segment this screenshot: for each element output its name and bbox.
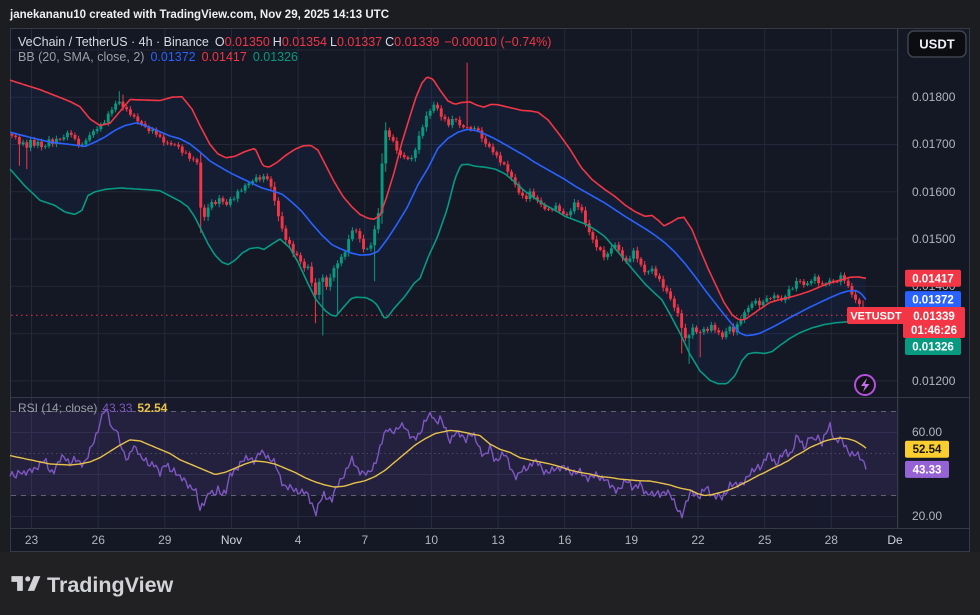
svg-text:7: 7 [361, 533, 368, 547]
svg-text:60.00: 60.00 [912, 425, 942, 439]
svg-text:20.00: 20.00 [912, 509, 942, 523]
svg-text:25: 25 [758, 533, 772, 547]
svg-text:0.01500: 0.01500 [912, 232, 956, 246]
svg-text:22: 22 [691, 533, 705, 547]
svg-text:VeChain / TetherUS · 4h · Bina: VeChain / TetherUS · 4h · BinanceO0.0135… [18, 35, 551, 49]
svg-text:USDT: USDT [919, 37, 954, 52]
svg-text:0.01372: 0.01372 [912, 295, 954, 307]
svg-text:BB (20, SMA, close, 2)0.013720: BB (20, SMA, close, 2)0.013720.014170.01… [18, 50, 298, 64]
svg-text:16: 16 [558, 533, 572, 547]
svg-text:52.54: 52.54 [913, 444, 942, 456]
svg-text:0.01326: 0.01326 [912, 342, 954, 354]
svg-text:0.01339: 0.01339 [913, 311, 955, 323]
svg-text:0.01200: 0.01200 [912, 374, 956, 388]
svg-text:0.01417: 0.01417 [912, 273, 954, 285]
svg-text:Nov: Nov [221, 533, 242, 547]
svg-text:0.01800: 0.01800 [912, 90, 956, 104]
svg-text:01:46:26: 01:46:26 [911, 325, 957, 337]
svg-text:janekananu10 created with Trad: janekananu10 created with TradingView.co… [9, 9, 389, 21]
svg-text:28: 28 [825, 533, 839, 547]
svg-text:0.01600: 0.01600 [912, 185, 956, 199]
svg-text:RSI (14; close)43.3352.54: RSI (14; close)43.3352.54 [18, 401, 168, 415]
svg-text:29: 29 [158, 533, 172, 547]
svg-text:0.01700: 0.01700 [912, 137, 956, 151]
svg-text:10: 10 [425, 533, 439, 547]
svg-text:23: 23 [25, 533, 39, 547]
svg-text:26: 26 [92, 533, 106, 547]
svg-text:19: 19 [625, 533, 639, 547]
svg-text:TradingView: TradingView [47, 573, 174, 597]
svg-text:13: 13 [491, 533, 505, 547]
svg-text:VETUSDT: VETUSDT [850, 311, 902, 323]
svg-text:43.33: 43.33 [913, 464, 942, 476]
svg-text:4: 4 [295, 533, 302, 547]
